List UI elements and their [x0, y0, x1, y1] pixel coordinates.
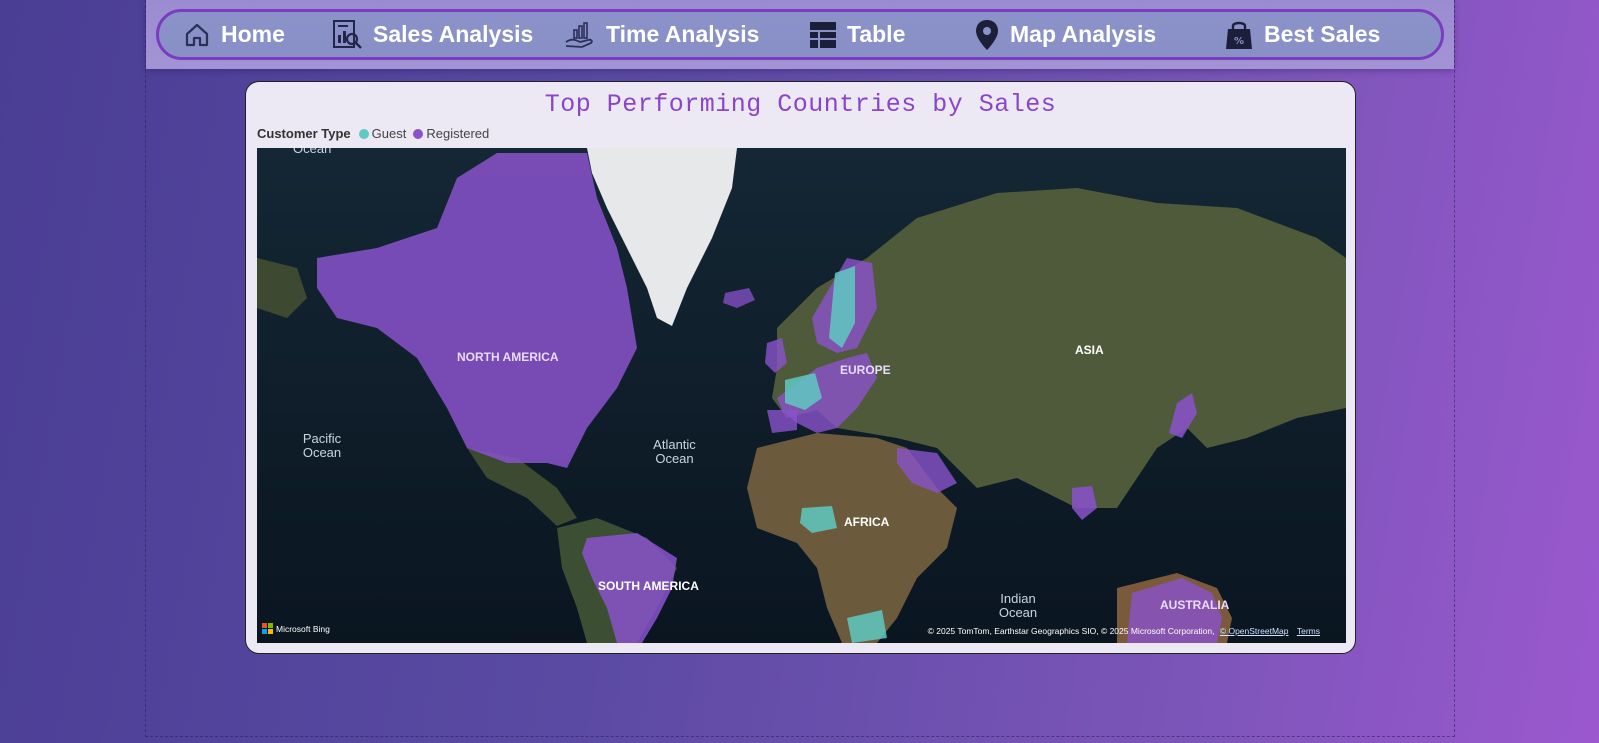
map-pin-icon — [974, 19, 1000, 51]
nav-table-button[interactable]: Table — [809, 12, 905, 57]
map-label-north-america: NORTH AMERICA — [457, 350, 559, 364]
legend-entry-guest[interactable]: Guest — [358, 126, 407, 141]
nav-sales-analysis-label: Sales Analysis — [373, 21, 534, 47]
sales-analysis-icon — [331, 19, 363, 51]
bing-logo: Microsoft Bing — [262, 623, 330, 634]
map-label-europe: EUROPE — [840, 363, 891, 377]
home-icon — [183, 21, 211, 49]
visual-title: Top Performing Countries by Sales — [544, 90, 1057, 119]
hand-chart-icon — [564, 20, 596, 50]
map-label-asia: ASIA — [1075, 343, 1104, 357]
table-icon — [809, 21, 837, 49]
map-label-ocean-top: Ocean — [293, 148, 332, 156]
map-provider-label: Microsoft Bing — [276, 623, 330, 634]
legend-dot-registered — [413, 128, 424, 139]
nav-time-analysis-button[interactable]: Time Analysis — [564, 12, 759, 57]
nav-map-analysis-label: Map Analysis — [1010, 21, 1157, 47]
map-legend: Customer Type Guest Registered — [257, 126, 496, 141]
legend-label-registered: Registered — [426, 126, 490, 141]
nav-best-sales-button[interactable]: % Best Sales — [1224, 12, 1380, 57]
map-attribution: © 2025 TomTom, Earthstar Geographics SIO… — [928, 626, 1320, 636]
nav-map-analysis-button[interactable]: Map Analysis — [974, 12, 1156, 57]
nav-home-button[interactable]: Home — [183, 12, 285, 57]
region-spain-registered — [767, 410, 797, 433]
shopping-bag-percent-icon: % — [1224, 19, 1254, 51]
top-navigation-bar: Home Sales Analysis Time Analysis Table — [146, 0, 1454, 69]
attribution-osm-link[interactable]: © OpenStreetMap — [1220, 626, 1289, 636]
map-label-australia: AUSTRALIA — [1160, 598, 1230, 612]
attribution-text: © 2025 TomTom, Earthstar Geographics SIO… — [927, 626, 1215, 636]
attribution-terms-link[interactable]: Terms — [1297, 626, 1320, 636]
map-canvas — [257, 148, 1346, 643]
map-label-atlantic-ocean: Atlantic Ocean — [653, 437, 696, 467]
map-label-south-america: SOUTH AMERICA — [598, 579, 699, 593]
map-label-indian-ocean: Indian Ocean — [998, 591, 1038, 621]
nav-table-label: Table — [847, 21, 906, 47]
legend-dot-guest — [358, 128, 369, 139]
nav-home-label: Home — [221, 21, 285, 47]
nav-time-analysis-label: Time Analysis — [606, 21, 760, 47]
svg-text:%: % — [1234, 36, 1244, 47]
nav-best-sales-label: Best Sales — [1264, 21, 1381, 47]
microsoft-logo-icon — [262, 623, 273, 634]
legend-entry-registered[interactable]: Registered — [413, 126, 489, 141]
legend-label-guest: Guest — [371, 126, 407, 141]
map-label-africa: AFRICA — [844, 515, 890, 529]
map-visual-card: Top Performing Countries by Sales Custom… — [245, 81, 1356, 654]
legend-title: Customer Type — [257, 126, 351, 141]
nav-sales-analysis-button[interactable]: Sales Analysis — [331, 12, 533, 57]
map-label-pacific-ocean: Pacific Ocean — [302, 431, 342, 461]
world-map[interactable]: Ocean NORTH AMERICA SOUTH AMERICA EUROPE… — [257, 148, 1346, 643]
nav-pill: Home Sales Analysis Time Analysis Table — [156, 9, 1444, 60]
